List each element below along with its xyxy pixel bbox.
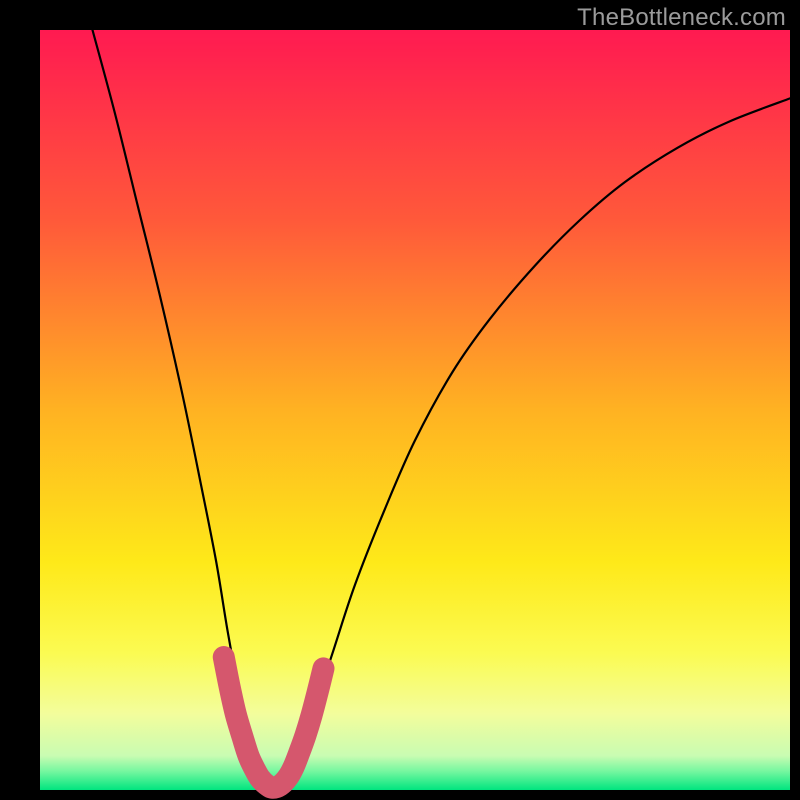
bottleneck-chart bbox=[0, 0, 800, 800]
watermark-text: TheBottleneck.com bbox=[577, 4, 786, 32]
plot-background bbox=[40, 30, 790, 790]
chart-frame: TheBottleneck.com bbox=[0, 0, 800, 800]
